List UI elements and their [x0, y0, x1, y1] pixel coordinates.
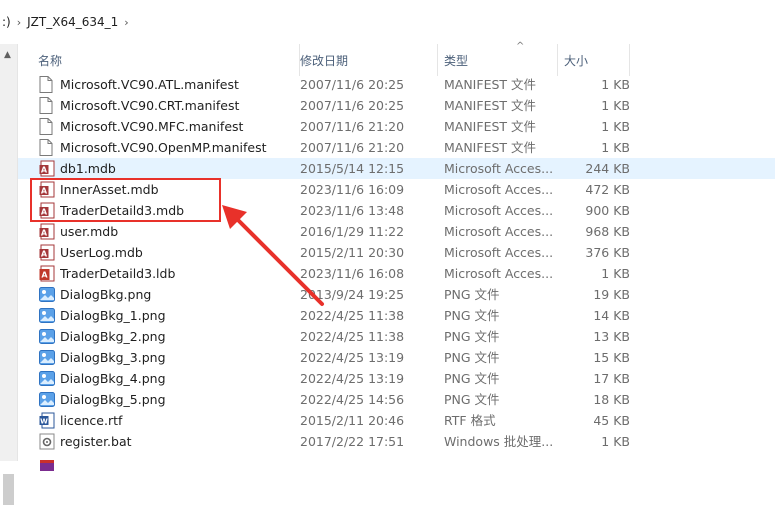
scrollbar-thumb[interactable]	[3, 474, 14, 505]
annotation-arrow	[222, 205, 324, 306]
